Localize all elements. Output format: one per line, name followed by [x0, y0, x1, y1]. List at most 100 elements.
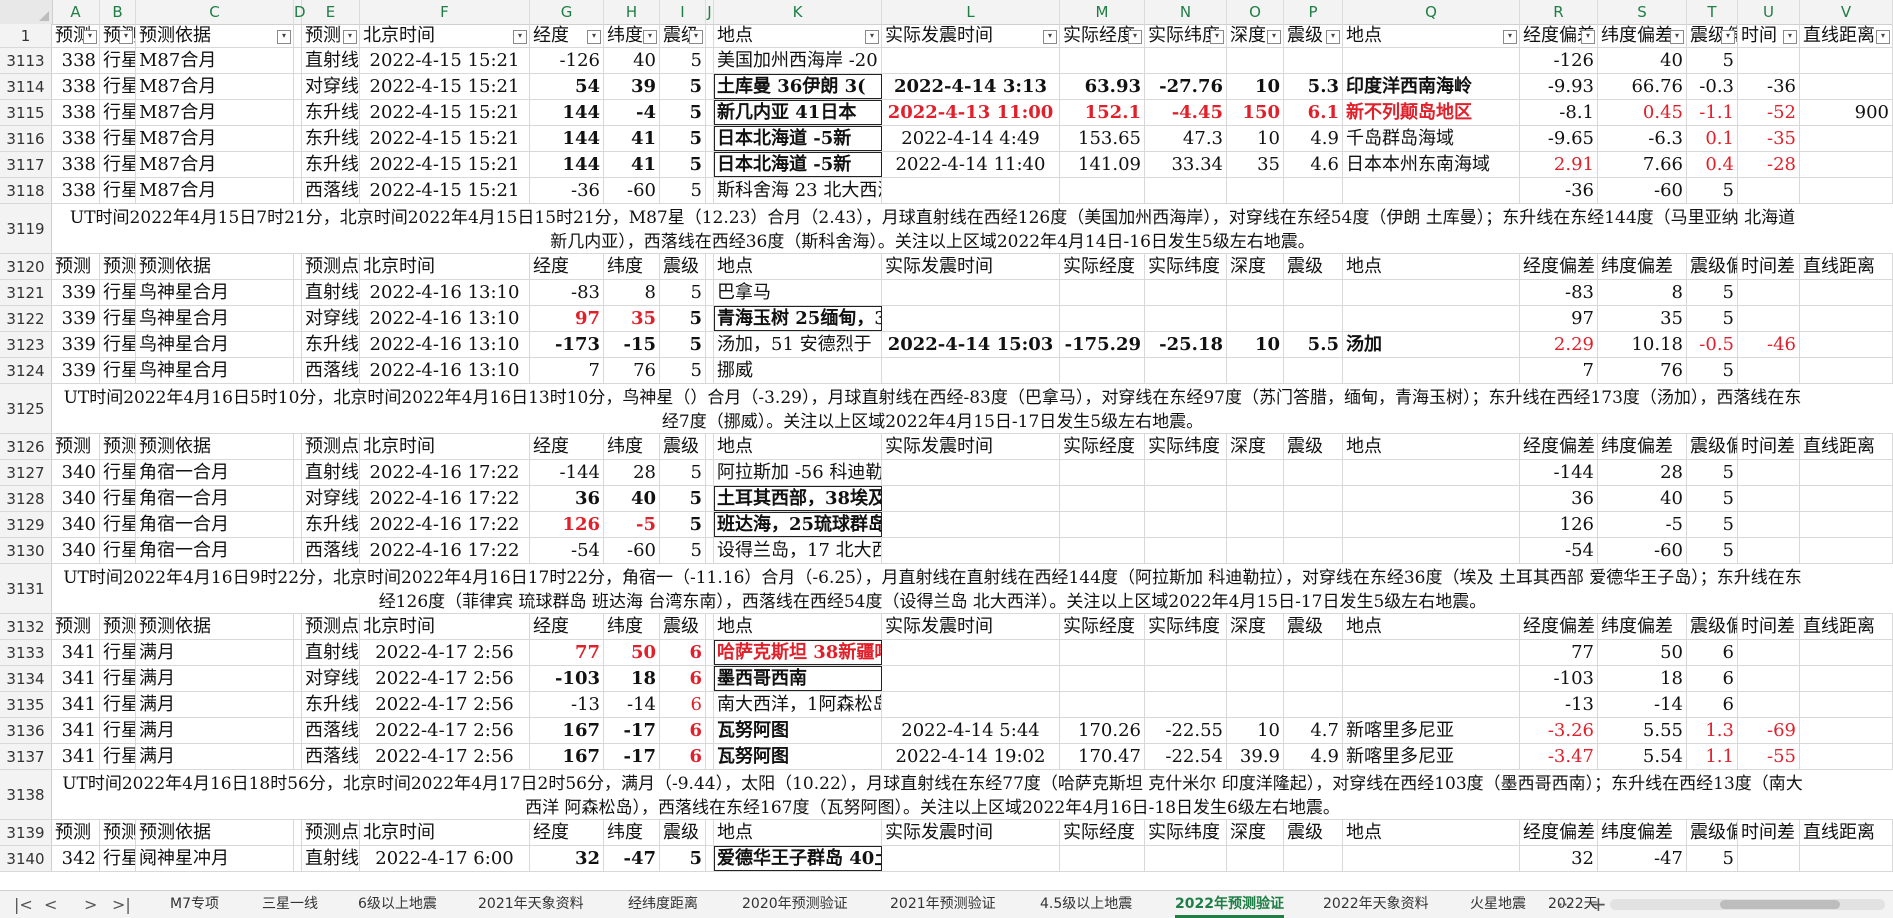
cell-l[interactable]	[882, 48, 1060, 73]
cell-n[interactable]: 实际纬度	[1145, 820, 1227, 845]
cell-v[interactable]	[1800, 640, 1893, 665]
cell-b[interactable]: 行星	[100, 100, 136, 125]
cell-c[interactable]: M87合月	[136, 48, 294, 73]
cell-q[interactable]: 日本本州东南海域	[1343, 152, 1520, 177]
cell-k[interactable]: 斯科舍海 23 北大西洋海岭,	[714, 178, 882, 203]
cell-b[interactable]: 行星	[100, 512, 136, 537]
cell-c[interactable]: 鸟神星合月	[136, 332, 294, 357]
cell-n[interactable]	[1145, 280, 1227, 305]
cell-p[interactable]	[1284, 178, 1343, 203]
next-sheet-button[interactable]: >	[84, 891, 97, 918]
cell-c[interactable]: 预测依据	[136, 614, 294, 639]
row-number[interactable]: 3135	[0, 692, 52, 717]
cell-l[interactable]	[882, 280, 1060, 305]
cell-i[interactable]: 5	[660, 512, 706, 537]
cell-e[interactable]: 西落线	[302, 178, 360, 203]
cell-r[interactable]: -103	[1520, 666, 1598, 691]
cell-n[interactable]	[1145, 640, 1227, 665]
cell-e[interactable]: 东升线	[302, 692, 360, 717]
cell-p[interactable]: 震级	[1284, 434, 1343, 459]
cell-q[interactable]	[1343, 640, 1520, 665]
cell-h[interactable]: -17	[604, 744, 660, 769]
cell-i[interactable]: 震级	[660, 820, 706, 845]
cell-e[interactable]: 对穿线	[302, 486, 360, 511]
cell-r[interactable]: -8.1	[1520, 100, 1598, 125]
cell-g[interactable]: 77	[530, 640, 604, 665]
cell-p[interactable]	[1284, 692, 1343, 717]
cell-m[interactable]	[1060, 48, 1145, 73]
cell-t[interactable]: 5	[1687, 280, 1738, 305]
cell-s[interactable]: -6.3	[1598, 126, 1687, 151]
cell-l[interactable]	[882, 846, 1060, 871]
cell-t[interactable]: 6	[1687, 692, 1738, 717]
cell-f[interactable]: 2022-4-16 17:22	[360, 538, 530, 563]
cell-i[interactable]: 5	[660, 126, 706, 151]
cell-v[interactable]	[1800, 692, 1893, 717]
cell-d[interactable]	[294, 692, 302, 717]
cell-d[interactable]	[294, 178, 302, 203]
cell-r[interactable]: 7	[1520, 358, 1598, 383]
cell-n[interactable]	[1145, 306, 1227, 331]
cell-f[interactable]: 2022-4-16 17:22	[360, 486, 530, 511]
cell-i[interactable]: 5	[660, 306, 706, 331]
cell-k[interactable]: 挪威	[714, 358, 882, 383]
cell-m[interactable]	[1060, 358, 1145, 383]
filter-dropdown-icon[interactable]: ▾	[1670, 30, 1684, 44]
row-number[interactable]: 3132	[0, 614, 52, 639]
cell-i[interactable]: 5	[660, 280, 706, 305]
row-number[interactable]: 3124	[0, 358, 52, 383]
cell-c[interactable]: 满月	[136, 718, 294, 743]
cell-g[interactable]: 97	[530, 306, 604, 331]
cell-k[interactable]: 爱德华王子群岛 40土耳其西部，	[714, 846, 882, 871]
cell-l[interactable]: 2022-4-14 4:49	[882, 126, 1060, 151]
cell-o[interactable]: 10	[1227, 126, 1284, 151]
cell-u[interactable]: -69	[1738, 718, 1800, 743]
cell-f[interactable]: 2022-4-15 15:21	[360, 152, 530, 177]
cell-r[interactable]: 经度偏差	[1520, 434, 1598, 459]
cell-s[interactable]: 纬度偏差	[1598, 614, 1687, 639]
row-number[interactable]: 3119	[0, 204, 52, 253]
cell-r[interactable]: -126	[1520, 48, 1598, 73]
filter-dropdown-icon[interactable]: ▾	[1876, 30, 1890, 44]
cell-e[interactable]: 西落线	[302, 718, 360, 743]
cell-n[interactable]: 实际纬度	[1145, 434, 1227, 459]
cell-o[interactable]: 39.9	[1227, 744, 1284, 769]
cell-d[interactable]	[294, 126, 302, 151]
cell-q[interactable]: 地点	[1343, 614, 1520, 639]
cell-c[interactable]: M87合月	[136, 100, 294, 125]
row-number[interactable]: 3138	[0, 770, 52, 819]
column-letter-q[interactable]: Q	[1343, 0, 1520, 24]
cell-a[interactable]: 342	[52, 846, 100, 871]
cell-o[interactable]	[1227, 640, 1284, 665]
cell-f[interactable]: 2022-4-15 15:21	[360, 100, 530, 125]
filter-cell-o[interactable]: 深度 ▾	[1227, 24, 1284, 47]
cell-v[interactable]	[1800, 718, 1893, 743]
cell-e[interactable]: 直射线	[302, 460, 360, 485]
cell-c[interactable]: 角宿一合月	[136, 486, 294, 511]
cell-a[interactable]: 338	[52, 152, 100, 177]
cell-h[interactable]: 40	[604, 48, 660, 73]
cell-m[interactable]: 153.65	[1060, 126, 1145, 151]
cell-a[interactable]: 338	[52, 48, 100, 73]
cell-f[interactable]: 北京时间	[360, 820, 530, 845]
cell-g[interactable]: -144	[530, 460, 604, 485]
filter-cell-d[interactable]	[294, 24, 302, 47]
cell-s[interactable]: 76	[1598, 358, 1687, 383]
cell-e[interactable]: 对穿线	[302, 74, 360, 99]
column-letter-o[interactable]: O	[1227, 0, 1284, 24]
cell-e[interactable]: 东升线	[302, 100, 360, 125]
filter-cell-p[interactable]: 震级 ▾	[1284, 24, 1343, 47]
row-number[interactable]: 3136	[0, 718, 52, 743]
cell-j[interactable]	[706, 538, 714, 563]
cell-o[interactable]: 10	[1227, 74, 1284, 99]
cell-o[interactable]	[1227, 666, 1284, 691]
filter-cell-v[interactable]: 直线距离 ▾	[1800, 24, 1893, 47]
cell-r[interactable]: 经度偏差	[1520, 254, 1598, 279]
cell-u[interactable]	[1738, 486, 1800, 511]
cell-p[interactable]	[1284, 460, 1343, 485]
filter-dropdown-icon[interactable]: ▾	[119, 30, 133, 44]
filter-dropdown-icon[interactable]: ▾	[1128, 30, 1142, 44]
cell-g[interactable]: -36	[530, 178, 604, 203]
cell-o[interactable]: 35	[1227, 152, 1284, 177]
row-number[interactable]: 3122	[0, 306, 52, 331]
